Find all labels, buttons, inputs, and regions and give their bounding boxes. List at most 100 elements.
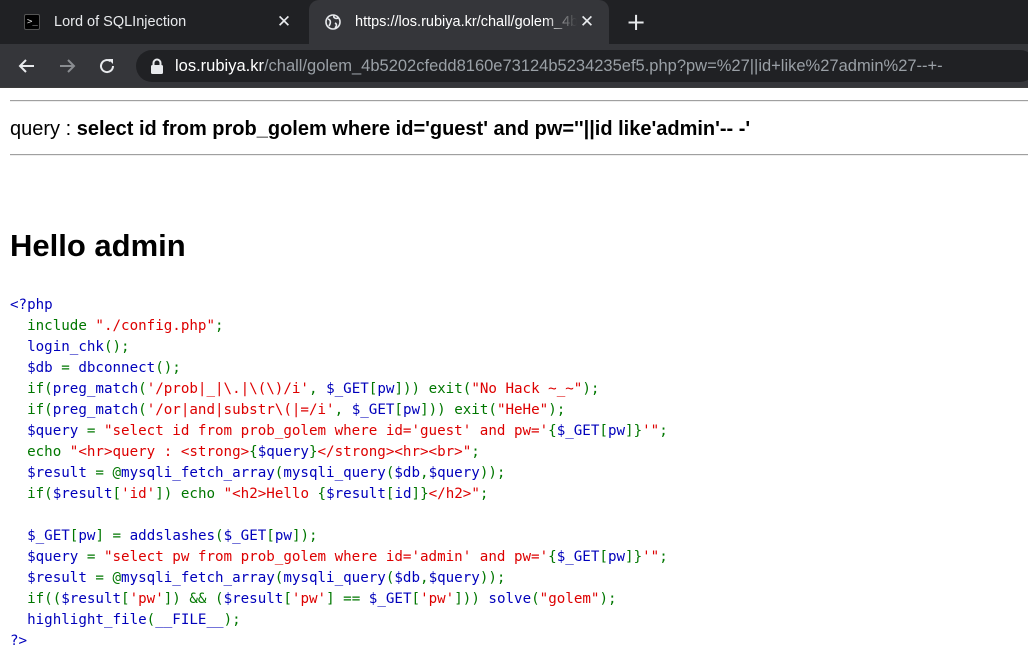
code-token: ])) exit( [394,381,472,397]
code-token: [ [599,423,608,439]
code-token: ); [582,381,600,397]
code-token: $_GET [10,528,70,544]
url-host: los.rubiya.kr [175,56,264,75]
code-line: $db = dbconnect(); [10,358,668,379]
code-token: [ [394,402,403,418]
code-token: "select pw from prob_golem where id='adm… [103,549,549,565]
code-token: pw [377,381,395,397]
php-source-code: <?php include "./config.php"; login_chk(… [10,295,668,652]
code-token: { [548,549,557,565]
code-line: if(($result['pw']) && ($result['pw'] == … [10,589,668,610]
terminal-icon: >_ [24,14,40,30]
code-line: $query = "select pw from prob_golem wher… [10,547,668,568]
code-token: </h2>" [428,486,480,502]
code-token: ; [659,423,668,439]
code-token: $result [61,591,122,607]
code-line: ?> [10,631,668,652]
back-arrow-icon[interactable] [13,52,41,80]
code-token: , [308,381,327,397]
code-token: = [86,423,104,439]
code-token: $query [10,423,87,439]
close-icon[interactable]: ✕ [274,12,294,32]
code-token: $_GET [556,423,600,439]
code-token: "select id from prob_golem where id='gue… [103,423,549,439]
code-token: , [420,570,429,586]
code-line: echo "<hr>query : <strong>{$query}</stro… [10,442,668,463]
code-token: = [61,360,79,376]
code-token: '" [642,549,660,565]
code-token: preg_match [52,381,139,397]
code-token: ; [471,444,480,460]
code-token: [ [283,591,292,607]
lock-icon [151,58,163,74]
code-token: $_GET [326,381,369,397]
code-token: mysqli_query [283,465,386,481]
code-token: pw [607,423,626,439]
code-token: ( [138,402,147,418]
code-token: = @ [95,465,122,481]
code-token: ; [479,486,489,502]
code-token: [ [599,549,608,565]
code-token: ?> [10,633,28,649]
code-token: if( [10,381,53,397]
code-token: )); [479,465,506,481]
reload-icon[interactable] [93,52,121,80]
hello-heading: Hello admin [10,228,186,263]
address-bar[interactable]: los.rubiya.kr/chall/golem_4b5202cfedd816… [136,50,1028,82]
code-token: (); [155,360,181,376]
code-token: $db [394,465,421,481]
code-token: login_chk [10,339,104,355]
query-text: select id from prob_golem where id='gues… [76,118,751,140]
code-token: ); [548,402,566,418]
close-icon[interactable]: ✕ [577,12,597,32]
code-token: pw [78,528,96,544]
code-token: dbconnect [78,360,156,376]
code-token: $result [326,486,386,502]
code-line: if($result['id']) echo "<h2>Hello {$resu… [10,484,668,505]
browser-toolbar: los.rubiya.kr/chall/golem_4b5202cfedd816… [0,44,1028,88]
code-token: $query [428,570,480,586]
code-token: $db [394,570,421,586]
code-line: $result = @mysqli_fetch_array(mysqli_que… [10,463,668,484]
tab-golem[interactable]: https://los.rubiya.kr/chall/golem_4b5202… [309,0,609,44]
code-token: '" [642,423,660,439]
code-token: $result [52,486,113,502]
code-token: [ [121,591,130,607]
query-line: query : select id from prob_golem where … [10,118,750,141]
code-token: </strong><hr><br>" [317,444,472,460]
code-token: $_GET [368,591,412,607]
code-token: 'id' [121,486,156,502]
code-token: if( [10,486,53,502]
code-line: include "./config.php"; [10,316,668,337]
code-token: ( [146,612,156,628]
code-token: (); [103,339,130,355]
code-token: mysqli_query [283,570,386,586]
code-token: , [334,402,352,418]
code-token: $_GET [556,549,600,565]
code-token: ( [215,528,224,544]
tab-lord-of-sqlinjection[interactable]: >_ Lord of SQLInjection ✕ [8,0,306,44]
code-token: { [548,423,557,439]
code-token: mysqli_fetch_array [121,570,275,586]
new-tab-plus-icon[interactable]: + [623,9,649,35]
code-token: '/prob|_|\.|\(\)/i' [146,381,309,397]
code-token: addslashes [129,528,216,544]
code-token: $_GET [223,528,267,544]
code-token: { [317,486,327,502]
code-token: $result [10,465,96,481]
code-token: $query [257,444,309,460]
code-token: "<h2>Hello [223,486,318,502]
code-token: [ [266,528,275,544]
code-line: highlight_file(__FILE__); [10,610,668,631]
code-token: preg_match [52,402,139,418]
code-token: include [10,318,96,334]
code-token: ] == [326,591,369,607]
code-token: ]} [411,486,429,502]
forward-arrow-icon[interactable] [53,52,81,80]
code-token: [ [411,591,421,607]
code-token: 'pw' [291,591,327,607]
code-token: ]} [625,423,643,439]
code-token: '/or|and|substr\(|=/i' [146,402,335,418]
url-path: /chall/golem_4b5202cfedd8160e73124b52342… [263,56,943,75]
